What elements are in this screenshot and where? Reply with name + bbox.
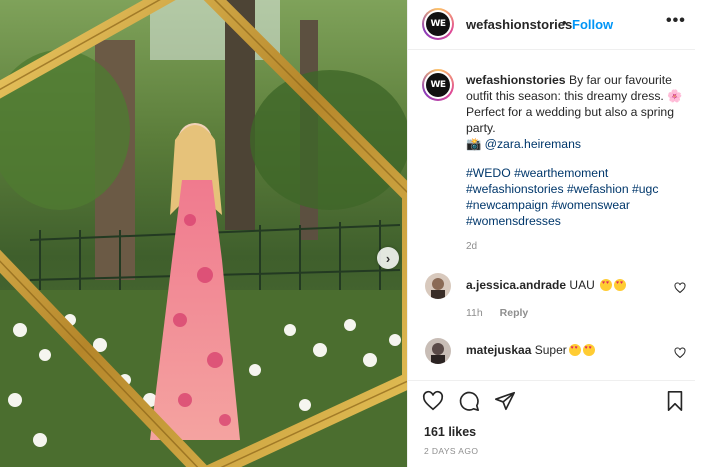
chevron-right-icon: › — [385, 250, 391, 266]
reply-button[interactable]: Reply — [500, 307, 529, 319]
caption-avatar-logo-text: WE — [426, 73, 450, 97]
comment-icon[interactable] — [458, 390, 480, 412]
share-icon[interactable] — [494, 390, 516, 412]
likes-count[interactable]: 161 likes — [424, 425, 476, 439]
comment-meta: 11h Reply — [466, 307, 528, 319]
comment-body: Super — [534, 343, 567, 357]
comment-item: matejuskaa Super — [408, 338, 695, 376]
next-photo-button[interactable]: › — [377, 247, 399, 269]
comment-avatar[interactable] — [425, 338, 451, 364]
caption-avatar[interactable]: WE — [422, 69, 454, 101]
heart-eyes-emoji — [582, 344, 595, 356]
heart-icon[interactable] — [674, 282, 686, 294]
caption-hashtags[interactable]: #WEDO #wearthemoment #wefashionstories #… — [466, 165, 688, 229]
like-heart-icon[interactable] — [422, 390, 444, 412]
comment-text: a.jessica.andrade UAU — [466, 278, 627, 292]
post-date: 2 DAYS AGO — [424, 446, 479, 456]
comment-body: UAU — [569, 278, 595, 292]
avatar-logo-text: WE — [426, 12, 450, 36]
heart-eyes-emoji — [568, 344, 581, 356]
caption-text: wefashionstories By far our favourite ou… — [466, 72, 688, 152]
post-sidebar: WE wefashionstories • Follow ••• WE wefa… — [407, 0, 707, 467]
comment-username[interactable]: matejuskaa — [466, 343, 531, 357]
avatar[interactable]: WE — [422, 8, 454, 40]
camera-emoji: 📸 — [466, 137, 482, 151]
caption-timestamp: 2d — [466, 241, 478, 252]
comment-username[interactable]: a.jessica.andrade — [466, 278, 566, 292]
comment-time: 11h — [466, 307, 483, 319]
post-username[interactable]: wefashionstories — [466, 17, 572, 32]
action-bar — [408, 380, 695, 420]
comment-text: matejuskaa Super — [466, 343, 595, 357]
post-header: WE wefashionstories • Follow ••• — [408, 0, 695, 50]
bookmark-icon[interactable] — [664, 390, 686, 412]
comment-avatar[interactable] — [425, 273, 451, 299]
comment-item: a.jessica.andrade UAU 11h Reply — [408, 273, 695, 323]
heart-eyes-emoji — [614, 279, 627, 291]
separator-dot: • — [562, 15, 567, 30]
post-photo[interactable]: › — [0, 0, 407, 467]
heart-icon[interactable] — [674, 347, 686, 359]
caption-username[interactable]: wefashionstories — [466, 73, 566, 87]
caption-mention[interactable]: @zara.heiremans — [485, 137, 581, 151]
photo-illustration — [0, 0, 407, 467]
follow-button[interactable]: Follow — [572, 17, 613, 32]
heart-eyes-emoji — [600, 279, 613, 291]
comments-section[interactable]: WE wefashionstories By far our favourite… — [408, 51, 695, 376]
more-icon[interactable]: ••• — [666, 12, 686, 30]
